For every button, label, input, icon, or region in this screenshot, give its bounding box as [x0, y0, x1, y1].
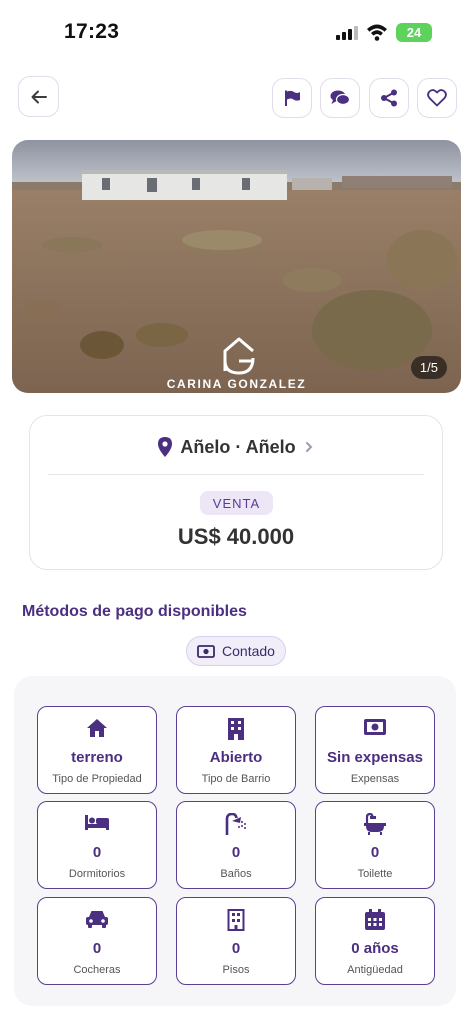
watermark-text: CARINA GONZALEZ	[166, 377, 307, 391]
money-icon	[364, 719, 386, 735]
feature-bedrooms: 0 Dormitorios	[37, 801, 157, 889]
feature-value: Abierto	[209, 749, 263, 766]
chat-icon	[330, 90, 350, 106]
feature-bathrooms: 0 Baños	[176, 801, 296, 889]
price: US$ 40.000	[177, 524, 295, 549]
flag-icon	[285, 90, 300, 106]
feature-property-type: terreno Tipo de Propiedad	[37, 706, 157, 794]
feature-value: 0	[231, 844, 241, 861]
feature-garages: 0 Cocheras	[37, 897, 157, 985]
report-button[interactable]	[272, 78, 312, 118]
share-icon	[381, 89, 397, 107]
building-icon	[228, 718, 244, 740]
feature-neighborhood-type: Abierto Tipo de Barrio	[176, 706, 296, 794]
signal-icon	[336, 26, 358, 40]
feature-value: 0 años	[351, 940, 399, 957]
battery-indicator: 24	[396, 23, 432, 42]
feature-label: Toilette	[357, 868, 393, 880]
feature-expenses: Sin expensas Expensas	[315, 706, 435, 794]
car-icon	[86, 911, 108, 928]
shower-icon	[225, 813, 246, 835]
bathtub-icon	[364, 813, 386, 835]
cash-icon	[197, 644, 215, 658]
feature-label: Cocheras	[73, 964, 121, 976]
location-pin-icon	[158, 437, 173, 457]
chat-button[interactable]	[320, 78, 360, 118]
share-button[interactable]	[369, 78, 409, 118]
payment-method-chip: Contado	[186, 636, 286, 666]
property-photo[interactable]: CARINA GONZALEZ 1/5	[12, 140, 461, 393]
feature-label: Tipo de Propiedad	[52, 773, 142, 785]
feature-value: 0	[370, 844, 380, 861]
feature-floors: 0 Pisos	[176, 897, 296, 985]
calendar-icon	[365, 909, 385, 930]
feature-value: 0	[92, 940, 102, 957]
arrow-left-icon	[31, 90, 47, 103]
house-icon	[87, 719, 107, 737]
feature-age: 0 años Antigüedad	[315, 897, 435, 985]
feature-label: Expensas	[350, 773, 400, 785]
feature-label: Antigüedad	[347, 964, 403, 976]
floors-icon	[227, 909, 245, 931]
location-text: Añelo · Añelo	[180, 436, 296, 457]
favorite-button[interactable]	[417, 78, 457, 118]
location-link[interactable]: Añelo · Añelo	[30, 434, 442, 460]
photo-counter: 1/5	[410, 356, 447, 379]
heart-icon	[427, 89, 447, 107]
bed-icon	[85, 815, 109, 830]
divider	[48, 474, 424, 475]
back-button[interactable]	[18, 76, 59, 117]
chevron-right-icon	[305, 442, 313, 452]
feature-value: 0	[92, 844, 102, 861]
feature-value: terreno	[71, 749, 123, 766]
operation-badge: VENTA	[200, 491, 273, 515]
status-bar: 17:23 24	[0, 0, 472, 62]
feature-label: Dormitorios	[68, 868, 126, 880]
feature-label: Baños	[220, 868, 252, 880]
feature-label: Tipo de Barrio	[201, 773, 271, 785]
feature-value: Sin expensas	[327, 749, 423, 766]
feature-value: 0	[231, 940, 241, 957]
feature-label: Pisos	[222, 964, 250, 976]
payment-method-label: Contado	[222, 643, 275, 659]
listing-info-card: Añelo · Añelo VENTA US$ 40.000	[29, 415, 443, 570]
payment-methods-title: Métodos de pago disponibles	[22, 603, 247, 620]
wifi-icon	[367, 24, 387, 41]
status-time: 17:23	[64, 20, 120, 43]
feature-toilette: 0 Toilette	[315, 801, 435, 889]
